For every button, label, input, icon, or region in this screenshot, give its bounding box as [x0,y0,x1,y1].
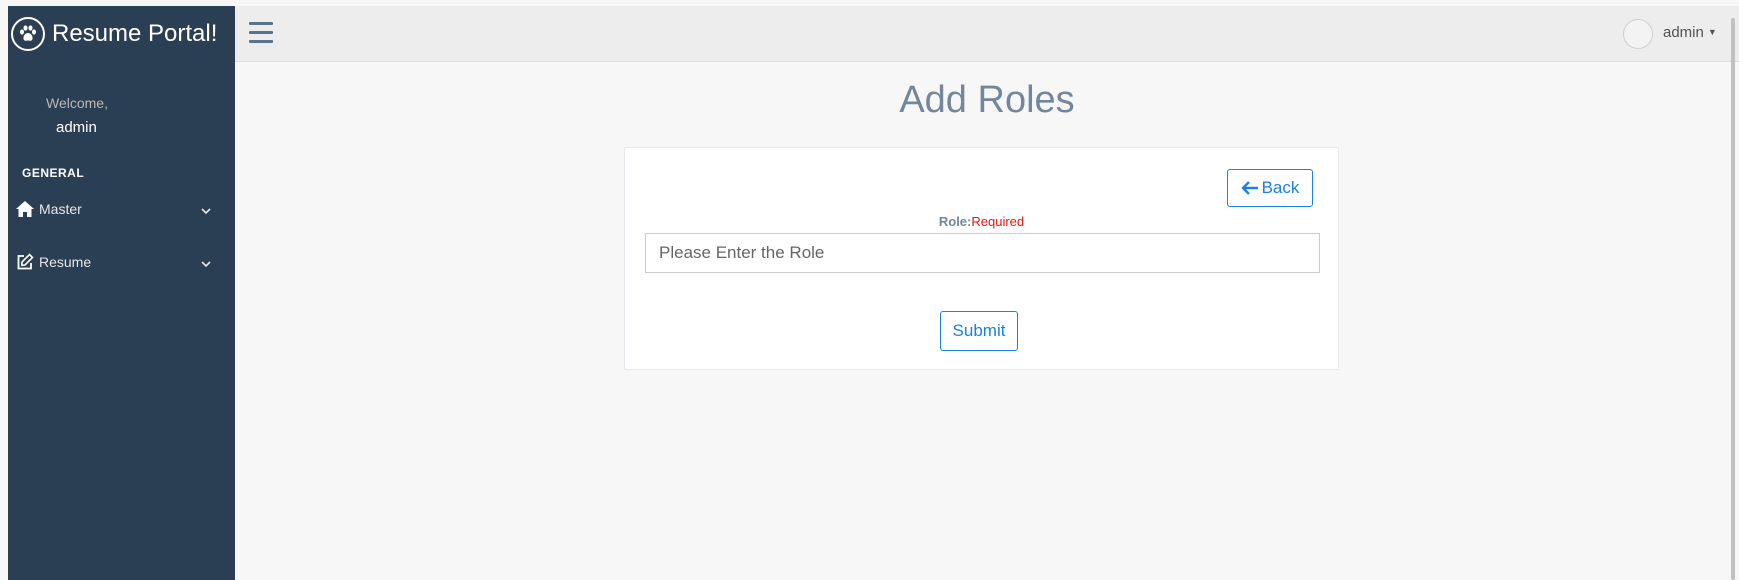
avatar[interactable] [1623,19,1653,49]
form-card: Back Role:Required Submit [624,147,1339,370]
back-button[interactable]: Back [1227,169,1313,207]
back-button-label: Back [1261,178,1300,197]
required-indicator: Required [971,214,1025,229]
home-icon [13,199,37,219]
app-title: Resume Portal! [52,20,218,47]
top-navbar: admin ▼ [235,6,1739,580]
arrow-left-icon [1240,180,1259,196]
welcome-label: Welcome, [46,95,108,111]
menu-toggle-icon[interactable] [249,22,273,49]
sidebar-item-label: Resume [39,254,92,270]
sidebar-item-resume[interactable]: Resume [8,244,235,280]
sidebar-item-master[interactable]: Master [8,191,235,227]
app-window: Resume Portal! Welcome, admin GENERAL Ma… [0,6,1739,580]
role-field-label: Role:Required [625,214,1338,229]
chevron-down-icon [201,255,211,271]
brand[interactable]: Resume Portal! [8,6,235,62]
sidebar: Resume Portal! Welcome, admin GENERAL Ma… [8,6,235,580]
chevron-down-icon [201,202,211,218]
submit-button[interactable]: Submit [940,311,1018,351]
role-input[interactable] [645,233,1320,273]
page-title: Add Roles [899,79,1075,121]
edit-icon [13,252,37,272]
user-menu-label: admin [1663,24,1704,41]
user-menu-dropdown[interactable]: admin ▼ [1663,24,1717,41]
role-label: Role: [938,214,972,229]
user-name: admin [56,119,97,136]
paw-icon [11,17,45,51]
section-title-general: GENERAL [22,166,85,180]
caret-down-icon: ▼ [1707,27,1717,37]
sidebar-item-label: Master [39,201,82,217]
